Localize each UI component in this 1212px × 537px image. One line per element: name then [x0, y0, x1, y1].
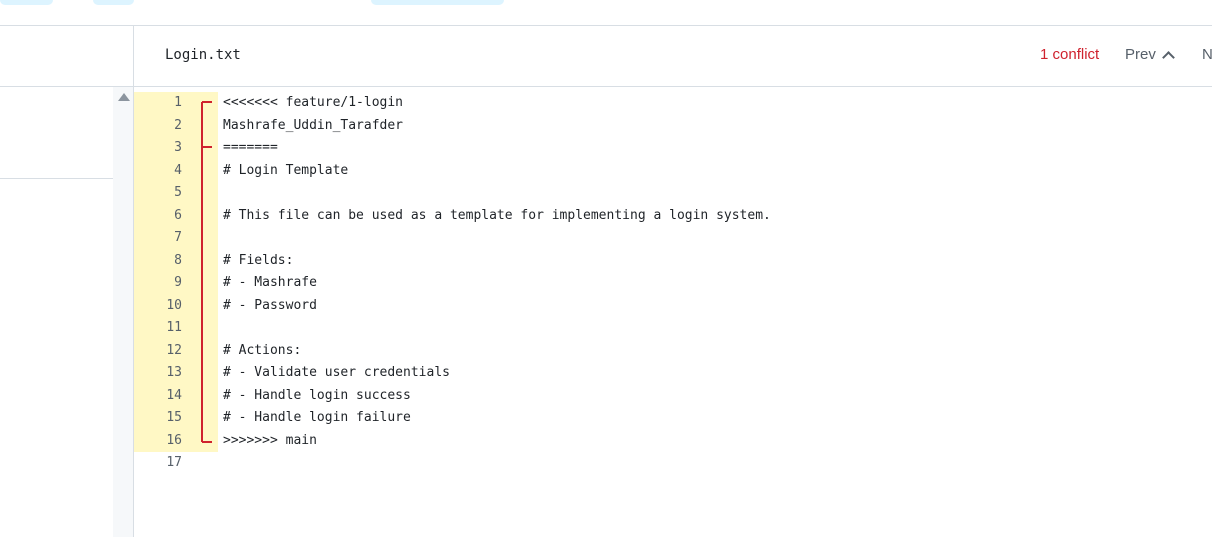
- line-number: 4: [174, 162, 182, 178]
- line-text: # - Handle login failure: [223, 410, 411, 425]
- line-text: # This file can be used as a template fo…: [223, 207, 771, 223]
- prev-conflict-button[interactable]: Prev: [1125, 46, 1175, 64]
- code-line[interactable]: 16 >>>>>>> main: [134, 430, 1212, 453]
- line-number: 16: [166, 432, 182, 448]
- code-line[interactable]: 14 # - Handle login success: [134, 385, 1212, 408]
- code-line[interactable]: 5: [134, 182, 1212, 205]
- tab-partial-3[interactable]: [371, 0, 504, 5]
- sidebar-header: [0, 26, 133, 87]
- line-text: # - Validate user credentials: [223, 365, 450, 380]
- line-number: 3: [174, 140, 182, 155]
- code-line[interactable]: 3 =======: [134, 137, 1212, 160]
- line-text: <<<<<<< feature/1-login: [223, 95, 404, 110]
- line-number: 8: [174, 252, 182, 268]
- line-number: 7: [174, 230, 182, 245]
- line-number: 11: [166, 320, 182, 335]
- sidebar-divider: [0, 178, 113, 179]
- chevron-up-icon: [1161, 51, 1175, 64]
- code-line[interactable]: 1 <<<<<<< feature/1-login: [134, 92, 1212, 115]
- line-text: # - Handle login success: [223, 387, 411, 403]
- line-number: 14: [166, 387, 182, 403]
- code-line[interactable]: 8 # Fields:: [134, 250, 1212, 273]
- code-line[interactable]: 2 Mashrafe_Uddin_Tarafder: [134, 115, 1212, 138]
- code-line[interactable]: 4 # Login Template: [134, 160, 1212, 183]
- code-line[interactable]: 9 # - Mashrafe: [134, 272, 1212, 295]
- tab-partial-2[interactable]: [93, 0, 134, 5]
- tab-partial-1[interactable]: [0, 0, 53, 5]
- file-name: Login.txt: [165, 47, 241, 63]
- line-text: =======: [223, 140, 278, 155]
- line-text: >>>>>>> main: [223, 432, 317, 448]
- top-tab-bar: [0, 0, 1212, 26]
- line-number: 1: [174, 95, 182, 110]
- code-line[interactable]: 17: [134, 452, 1212, 475]
- code-line[interactable]: 12 # Actions:: [134, 340, 1212, 363]
- code-line[interactable]: 15 # - Handle login failure: [134, 407, 1212, 430]
- scroll-up-arrow-icon[interactable]: [118, 93, 130, 101]
- prev-label: Prev: [1125, 46, 1156, 63]
- file-sidebar: [0, 26, 134, 537]
- line-text: # Login Template: [223, 162, 349, 178]
- next-conflict-button[interactable]: N: [1202, 46, 1212, 63]
- line-number: 6: [174, 207, 182, 223]
- file-header: Login.txt 1 conflict Prev N: [134, 26, 1212, 87]
- conflict-count: 1 conflict: [1040, 46, 1100, 63]
- line-number: 2: [174, 117, 182, 133]
- line-number: 15: [166, 410, 182, 425]
- next-label: N: [1202, 46, 1212, 63]
- line-text: # Actions:: [223, 342, 302, 358]
- line-number: 17: [166, 455, 182, 470]
- code-line[interactable]: 11: [134, 317, 1212, 340]
- line-number: 5: [174, 185, 182, 200]
- line-number: 13: [166, 365, 182, 380]
- line-number: 10: [166, 297, 182, 313]
- code-line[interactable]: 6 # This file can be used as a template f…: [134, 205, 1212, 228]
- line-number: 12: [166, 342, 182, 358]
- code-line[interactable]: 10 # - Password: [134, 295, 1212, 318]
- line-text: Mashrafe_Uddin_Tarafder: [223, 117, 404, 133]
- line-number: 9: [174, 275, 182, 290]
- line-text: # - Mashrafe: [223, 275, 317, 290]
- line-text: # Fields:: [223, 252, 294, 268]
- code-editor[interactable]: 1 <<<<<<< feature/1-login 2 Mashrafe_Uddin_…: [134, 92, 1212, 537]
- sidebar-scrollbar[interactable]: [113, 87, 133, 537]
- code-line[interactable]: 13 # - Validate user credentials: [134, 362, 1212, 385]
- line-text: # - Password: [223, 297, 317, 313]
- code-line[interactable]: 7: [134, 227, 1212, 250]
